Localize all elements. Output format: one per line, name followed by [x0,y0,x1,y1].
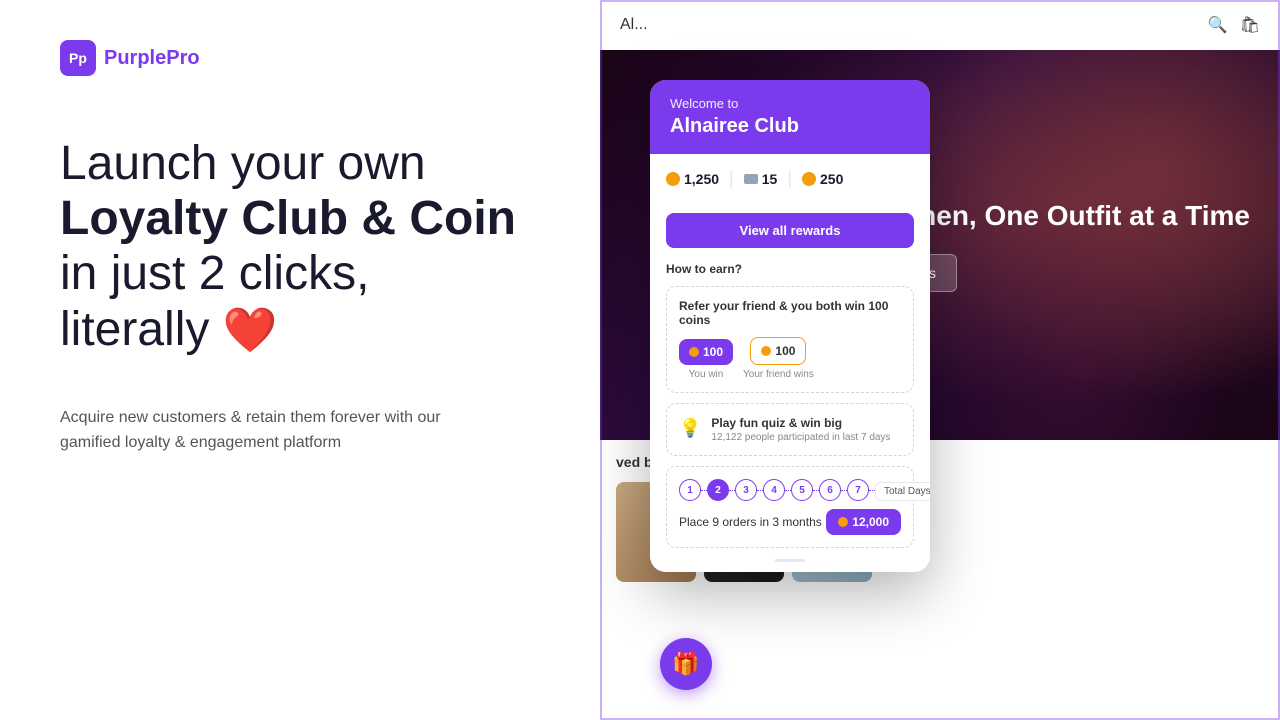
step-6: 6 [819,479,841,501]
cart-icon[interactable]: 🛍 [1240,15,1260,35]
headline-line4: literally [60,303,223,356]
total-days-badge: Total Days = 90 [875,482,930,501]
view-all-rewards-button[interactable]: View all rewards [666,213,914,248]
headline-line1: Launch your own [60,137,426,190]
logo-brand-purple: Purple [104,47,166,69]
search-icon[interactable]: 🔍 [1208,15,1228,35]
scroll-indicator [775,559,805,562]
order-row: Place 9 orders in 3 months 12,000 [679,509,901,535]
refer-friend: 100 Your friend wins [743,337,814,380]
refer-card-title: Refer your friend & you both win 100 coi… [679,299,901,327]
step-5: 5 [791,479,813,501]
refer-you: 100 You win [679,339,733,380]
modal-header: Welcome to Alnairee Club [650,80,930,154]
headline-line3: in just 2 clicks, [60,247,369,300]
subtitle-text: Acquire new customers & retain them fore… [60,405,480,456]
modal-welcome-to: Welcome to [670,96,910,111]
you-coins-value: 100 [703,345,723,359]
heart-emoji: ❤️ [223,306,278,355]
quiz-card: 💡 Play fun quiz & win big 12,122 people … [666,403,914,456]
left-panel: Pp PurplePro Launch your own Loyalty Clu… [0,0,600,720]
stat-cards: 15 [744,171,778,187]
stat-divider-1: | [729,168,734,189]
order-reward: 12,000 [826,509,901,535]
logo-area: Pp PurplePro [60,40,540,76]
you-coins-badge: 100 [679,339,733,365]
cards-value: 15 [762,171,778,187]
headline: Launch your own Loyalty Club & Coin in j… [60,136,540,357]
gems-value: 250 [820,171,843,187]
stat-divider-2: | [787,168,792,189]
how-to-earn-label: How to earn? [666,262,914,276]
step-3: 3 [735,479,757,501]
friend-coins-value: 100 [775,344,795,358]
shop-header-icons: 🔍 🛍 [1208,15,1260,35]
quiz-subtitle: 12,122 people participated in last 7 day… [711,432,890,443]
quiz-info: Play fun quiz & win big 12,122 people pa… [711,416,890,443]
steps-card: 1 2 3 4 5 6 7 Total Days = 90 [666,466,914,548]
shop-header: Al... 🔍 🛍 [600,0,1280,50]
friend-label: Your friend wins [743,369,814,380]
gift-button[interactable]: 🎁 [660,638,712,690]
you-label: You win [689,369,724,380]
coins-value: 1,250 [684,171,719,187]
card-icon [744,174,758,184]
modal-body: 1,250 | 15 | 250 View all rewards How to… [650,154,930,572]
steps-row: 1 2 3 4 5 6 7 Total Days = 90 [679,479,901,501]
order-label: Place 9 orders in 3 months [679,515,822,529]
refer-card: Refer your friend & you both win 100 coi… [666,286,914,393]
step-1: 1 [679,479,701,501]
friend-coin-icon [761,346,771,356]
step-7: 7 [847,479,869,501]
step-4: 4 [763,479,785,501]
stat-gems: 250 [802,171,843,187]
quiz-title: Play fun quiz & win big [711,416,890,430]
modal-stats: 1,250 | 15 | 250 [666,168,914,201]
logo-icon: Pp [60,40,96,76]
right-panel: Al... 🔍 🛍 g Women, One Outfit at a Time … [600,0,1280,720]
reward-amount: 12,000 [852,515,889,529]
modal-club-name: Alnairee Club [670,115,910,138]
logo-text: PurplePro [104,47,200,70]
loyalty-modal: Welcome to Alnairee Club 1,250 | 15 | 2 5 [650,80,930,572]
refer-row: 100 You win 100 Your friend wins [679,337,901,380]
gem-icon [802,172,816,186]
coin-icon [666,172,680,186]
badge-coin-icon [689,347,699,357]
shop-header-title: Al... [620,16,1198,34]
step-2: 2 [707,479,729,501]
stat-coins: 1,250 [666,171,719,187]
headline-line2: Loyalty Club & Coin [60,192,516,245]
friend-coins-badge: 100 [750,337,806,365]
reward-coin-icon [838,517,848,527]
logo-brand-dark: Pro [166,47,199,69]
quiz-icon: 💡 [679,418,701,439]
